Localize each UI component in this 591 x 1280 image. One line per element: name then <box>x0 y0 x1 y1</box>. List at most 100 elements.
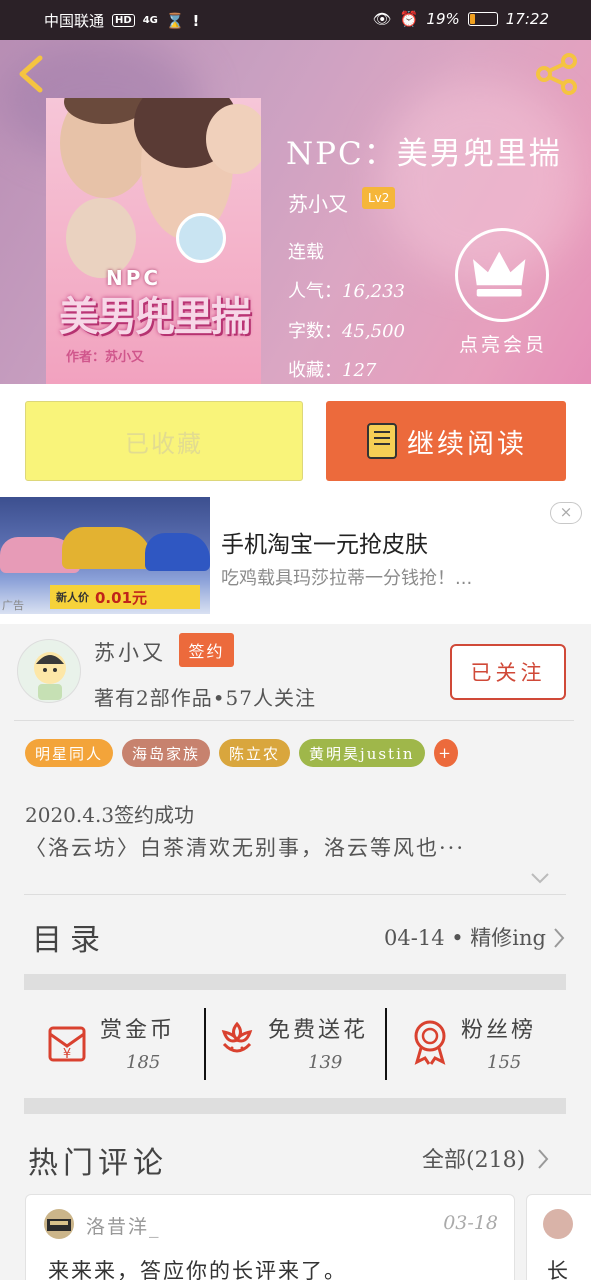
tag-chip[interactable]: 陈立农 <box>219 739 291 767</box>
alarm-icon: ⏰ <box>399 10 419 28</box>
tag-chip[interactable]: 海岛家族 <box>122 739 211 767</box>
catalog-row[interactable]: 目录 04-14 • 精修ing <box>24 895 566 975</box>
battery-icon <box>467 12 498 26</box>
book-status: 连载 <box>288 242 324 263</box>
battery-fill <box>469 14 475 24</box>
ad-banner[interactable]: 新人价 0.01元 广告 手机淘宝一元抢皮肤 吃鸡载具玛莎拉蒂一分钱抢！... … <box>0 497 591 624</box>
popularity-label: 人气： <box>288 281 342 302</box>
reward-coins-count: 185 <box>126 1052 161 1073</box>
book-header: NPC 美男兜里揣 作者：苏小又 NPC：美男兜里揣 苏小又 Lv2 连载 人气… <box>0 40 591 384</box>
author-quote: 〈洛云坊〉白茶清欢无别事，洛云等风也··· <box>25 836 466 860</box>
battery-percent: 19% <box>426 10 460 28</box>
favorites-value: 127 <box>342 360 377 381</box>
tag-chip[interactable]: 明星同人 <box>25 739 114 767</box>
ad-price: 0.01元 <box>95 588 148 607</box>
vip-crown-button[interactable] <box>455 228 549 322</box>
alert-icon: ! <box>192 11 200 30</box>
reward-fans-count: 155 <box>487 1052 522 1073</box>
author-card: 苏小又 签约 著有2部作品•57人关注 已关注 明星同人 海岛家族 陈立农 黄明昊ju… <box>0 624 591 894</box>
sign-date: 2020.4.3签约成功 <box>25 803 195 827</box>
add-tag-button[interactable]: + <box>433 739 458 767</box>
divider <box>14 720 574 721</box>
ad-price-prefix: 新人价 <box>56 591 89 604</box>
cover-title-art: 美男兜里揣 <box>59 293 251 340</box>
hourglass-icon: ⌛ <box>165 11 185 30</box>
author-stats: 著有2部作品•57人关注 <box>94 686 316 710</box>
section-separator <box>24 1098 566 1114</box>
comment-card[interactable]: 洛昔洋_ 03-18 来来来，答应你的长评来了。 <box>25 1194 515 1280</box>
svg-text:¥: ¥ <box>63 1047 71 1062</box>
book-favorites: 收藏：127 <box>288 356 376 382</box>
ad-label: 广告 <box>2 599 24 612</box>
reward-fans-label: 粉丝榜 <box>461 1018 537 1043</box>
hat-avatar-icon <box>47 1219 71 1231</box>
book-icon <box>367 423 397 459</box>
popularity-value: 16,233 <box>342 281 405 302</box>
words-label: 字数： <box>288 321 342 342</box>
cover-author-line: 作者：苏小又 <box>66 350 145 365</box>
hot-comments-title: 热门评论 <box>28 1146 168 1181</box>
ad-image[interactable]: 新人价 0.01元 广告 <box>0 497 210 614</box>
status-bar: 中国联通 HD 4G ⌛ ! 👁 ⏰ 19% 17:22 <box>0 0 591 40</box>
red-envelope-icon: ¥ <box>48 1026 86 1062</box>
author-name[interactable]: 苏小又 <box>94 637 166 667</box>
ad-car-gold <box>62 527 152 569</box>
author-level-badge: Lv2 <box>362 187 396 209</box>
commenter-name[interactable]: 洛昔洋_ <box>86 1212 161 1239</box>
book-title: NPC：美男兜里揣 <box>286 136 562 172</box>
catalog-status: 04-14 • 精修ing <box>384 926 546 950</box>
favorites-label: 收藏： <box>288 360 342 381</box>
action-bar: 已收藏 继续阅读 <box>0 384 591 497</box>
reward-flowers[interactable]: 免费送花 139 <box>206 990 386 1098</box>
chevron-right-icon <box>554 928 565 948</box>
tag-chip[interactable]: 黄明昊justin <box>299 739 425 767</box>
medal-icon <box>414 1020 446 1065</box>
continue-reading-label: 继续阅读 <box>407 428 527 460</box>
reward-fans-rank[interactable]: 粉丝榜 155 <box>387 990 566 1098</box>
cover-figure <box>206 104 261 174</box>
collected-button[interactable]: 已收藏 <box>25 401 303 481</box>
book-cover[interactable]: NPC 美男兜里揣 作者：苏小又 <box>46 98 261 384</box>
flower-icon <box>221 1021 253 1053</box>
catalog-title: 目录 <box>32 923 108 958</box>
section-separator <box>24 974 566 990</box>
avatar-cartoon-icon <box>34 652 66 700</box>
all-comments-link[interactable]: 全部(218) <box>422 1142 525 1174</box>
chevron-right-icon[interactable] <box>536 1148 550 1170</box>
book-word-count: 字数：45,500 <box>288 317 405 343</box>
comment-text: 来来来，答应你的长评来了。 <box>48 1259 347 1280</box>
ad-subtitle[interactable]: 吃鸡载具玛莎拉蒂一分钱抢！... <box>221 564 472 590</box>
comment-text: 长 <box>547 1259 570 1280</box>
carrier-label: 中国联通 <box>44 12 105 30</box>
reward-flowers-count: 139 <box>308 1052 343 1073</box>
signed-badge: 签约 <box>179 633 234 667</box>
eye-icon: 👁 <box>372 10 392 28</box>
network-label: 4G <box>142 15 158 26</box>
ad-car-blue <box>145 533 210 571</box>
reward-bar: ¥ 赏金币 185 免费送花 139 粉丝榜 155 <box>24 990 566 1098</box>
continue-reading-button[interactable]: 继续阅读 <box>326 401 566 481</box>
comment-card[interactable]: 长 <box>526 1194 591 1280</box>
back-arrow-icon[interactable] <box>14 54 48 94</box>
reward-coins-label: 赏金币 <box>100 1018 176 1043</box>
time-label: 17:22 <box>505 10 549 28</box>
vip-label[interactable]: 点亮会员 <box>459 330 547 357</box>
tag-list: 明星同人 海岛家族 陈立农 黄明昊justin + <box>25 739 458 767</box>
ad-close-button[interactable]: × <box>550 502 582 524</box>
ad-title[interactable]: 手机淘宝一元抢皮肤 <box>221 525 428 559</box>
expand-chevron-icon[interactable] <box>530 871 550 885</box>
book-popularity: 人气：16,233 <box>288 277 405 303</box>
commenter-avatar[interactable] <box>543 1209 573 1239</box>
reward-coins[interactable]: ¥ 赏金币 185 <box>24 990 204 1098</box>
comment-date: 03-18 <box>443 1212 498 1234</box>
words-value: 45,500 <box>342 321 405 342</box>
follow-button[interactable]: 已关注 <box>450 644 566 700</box>
ad-price-tag: 新人价 0.01元 <box>50 585 200 609</box>
reward-flowers-label: 免费送花 <box>268 1018 369 1043</box>
hd-badge: HD <box>112 14 135 27</box>
cover-bubble <box>176 213 226 263</box>
share-icon[interactable] <box>535 52 579 96</box>
book-author[interactable]: 苏小又 <box>288 188 348 217</box>
author-avatar[interactable] <box>17 639 81 703</box>
commenter-avatar[interactable] <box>44 1209 74 1239</box>
